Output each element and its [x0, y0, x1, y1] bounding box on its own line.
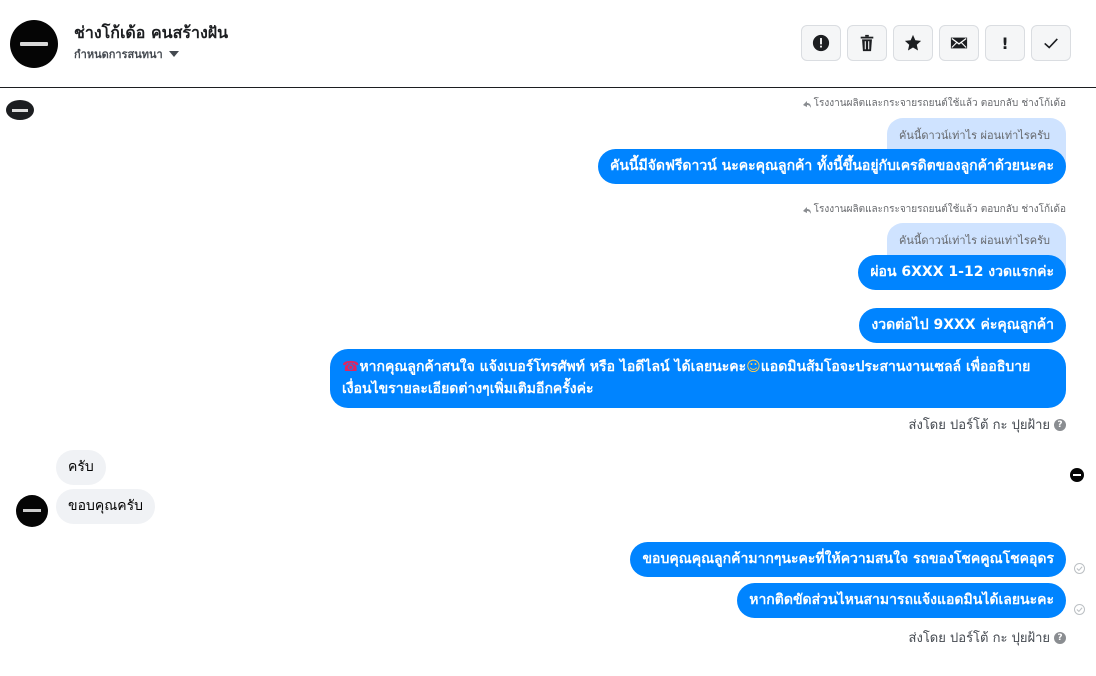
delete-button[interactable]	[847, 25, 887, 61]
conversation-header: ช่างโก้เด้อ คนสร้างฝัน กำหนดการสนทนา !	[0, 0, 1096, 88]
minus-circle-icon[interactable]	[1070, 468, 1084, 482]
reply-note-text: โรงงานผลิตและกระจายรถยนต์ใช้แล้ว ตอบกลับ…	[813, 98, 1066, 109]
outgoing-message[interactable]: งวดต่อไป 9XXX ค่ะคุณลูกค้า	[859, 308, 1066, 343]
sent-by-text: ส่งโดย ปอร์โต้ กะ ปุยฝ้าย	[908, 418, 1050, 433]
sender-avatar	[6, 100, 34, 120]
reply-arrow-icon	[802, 100, 811, 108]
sent-by-text: ส่งโดย ปอร์โต้ กะ ปุยฝ้าย	[908, 631, 1050, 646]
star-icon	[904, 34, 922, 51]
customer-avatar[interactable]	[16, 495, 48, 527]
delivered-check-icon	[1074, 563, 1085, 574]
help-icon[interactable]: ?	[1054, 631, 1066, 644]
outgoing-message[interactable]: ขอบคุณคุณลูกค้ามากๆนะคะที่ให้ความสนใจ รถ…	[630, 542, 1066, 577]
smiling-face-emoji: ☺	[746, 359, 761, 375]
follow-up-button[interactable]: !	[985, 25, 1025, 61]
alert-circle-icon	[812, 34, 830, 52]
incoming-message[interactable]: ขอบคุณครับ	[56, 489, 155, 524]
incoming-message[interactable]: ครับ	[56, 450, 106, 485]
mark-spam-button[interactable]	[801, 25, 841, 61]
schedule-conversation-dropdown[interactable]: กำหนดการสนทนา	[74, 45, 179, 63]
outgoing-message[interactable]: ☎หากคุณลูกค้าสนใจ แจ้งเบอร์โทรศัพท์ หรือ…	[330, 349, 1066, 408]
reply-arrow-icon	[802, 206, 811, 214]
message-text: หากคุณลูกค้าสนใจ แจ้งเบอร์โทรศัพท์ หรือ …	[359, 359, 747, 375]
mark-done-button[interactable]	[1031, 25, 1071, 61]
help-icon[interactable]: ?	[1054, 418, 1066, 431]
message-thread: โรงงานผลิตและกระจายรถยนต์ใช้แล้ว ตอบกลับ…	[0, 89, 1096, 676]
outgoing-message[interactable]: คันนี้มีจัดฟรีดาวน์ นะคะคุณลูกค้า ทั้งนี…	[597, 149, 1066, 184]
outgoing-message[interactable]: ผ่อน 6XXX 1-12 งวดแรกค่ะ	[858, 255, 1066, 290]
page-avatar[interactable]	[10, 20, 58, 68]
outgoing-message[interactable]: หากติดขัดส่วนไหนสามารถแจ้งแอดมินได้เลยนะ…	[737, 583, 1066, 618]
reply-note: โรงงานผลิตและกระจายรถยนต์ใช้แล้ว ตอบกลับ…	[802, 96, 1066, 111]
exclamation-icon: !	[1001, 33, 1009, 53]
reply-note: โรงงานผลิตและกระจายรถยนต์ใช้แล้ว ตอบกลับ…	[802, 202, 1066, 217]
schedule-conversation-label: กำหนดการสนทนา	[74, 48, 163, 61]
telephone-emoji: ☎	[342, 359, 360, 375]
delivered-check-icon	[1074, 604, 1085, 615]
star-button[interactable]	[893, 25, 933, 61]
mail-icon	[950, 37, 968, 49]
trash-icon	[860, 34, 874, 52]
sent-by-label: ส่งโดย ปอร์โต้ กะ ปุยฝ้าย ?	[909, 627, 1066, 648]
toolbar: !	[801, 25, 1071, 61]
caret-down-icon	[168, 51, 179, 57]
reply-note-text: โรงงานผลิตและกระจายรถยนต์ใช้แล้ว ตอบกลับ…	[813, 204, 1066, 215]
check-icon	[1044, 38, 1058, 49]
sent-by-label: ส่งโดย ปอร์โต้ กะ ปุยฝ้าย ?	[909, 414, 1066, 435]
mark-unread-button[interactable]	[939, 25, 979, 61]
page-title[interactable]: ช่างโก้เด้อ คนสร้างฝัน	[74, 21, 228, 46]
